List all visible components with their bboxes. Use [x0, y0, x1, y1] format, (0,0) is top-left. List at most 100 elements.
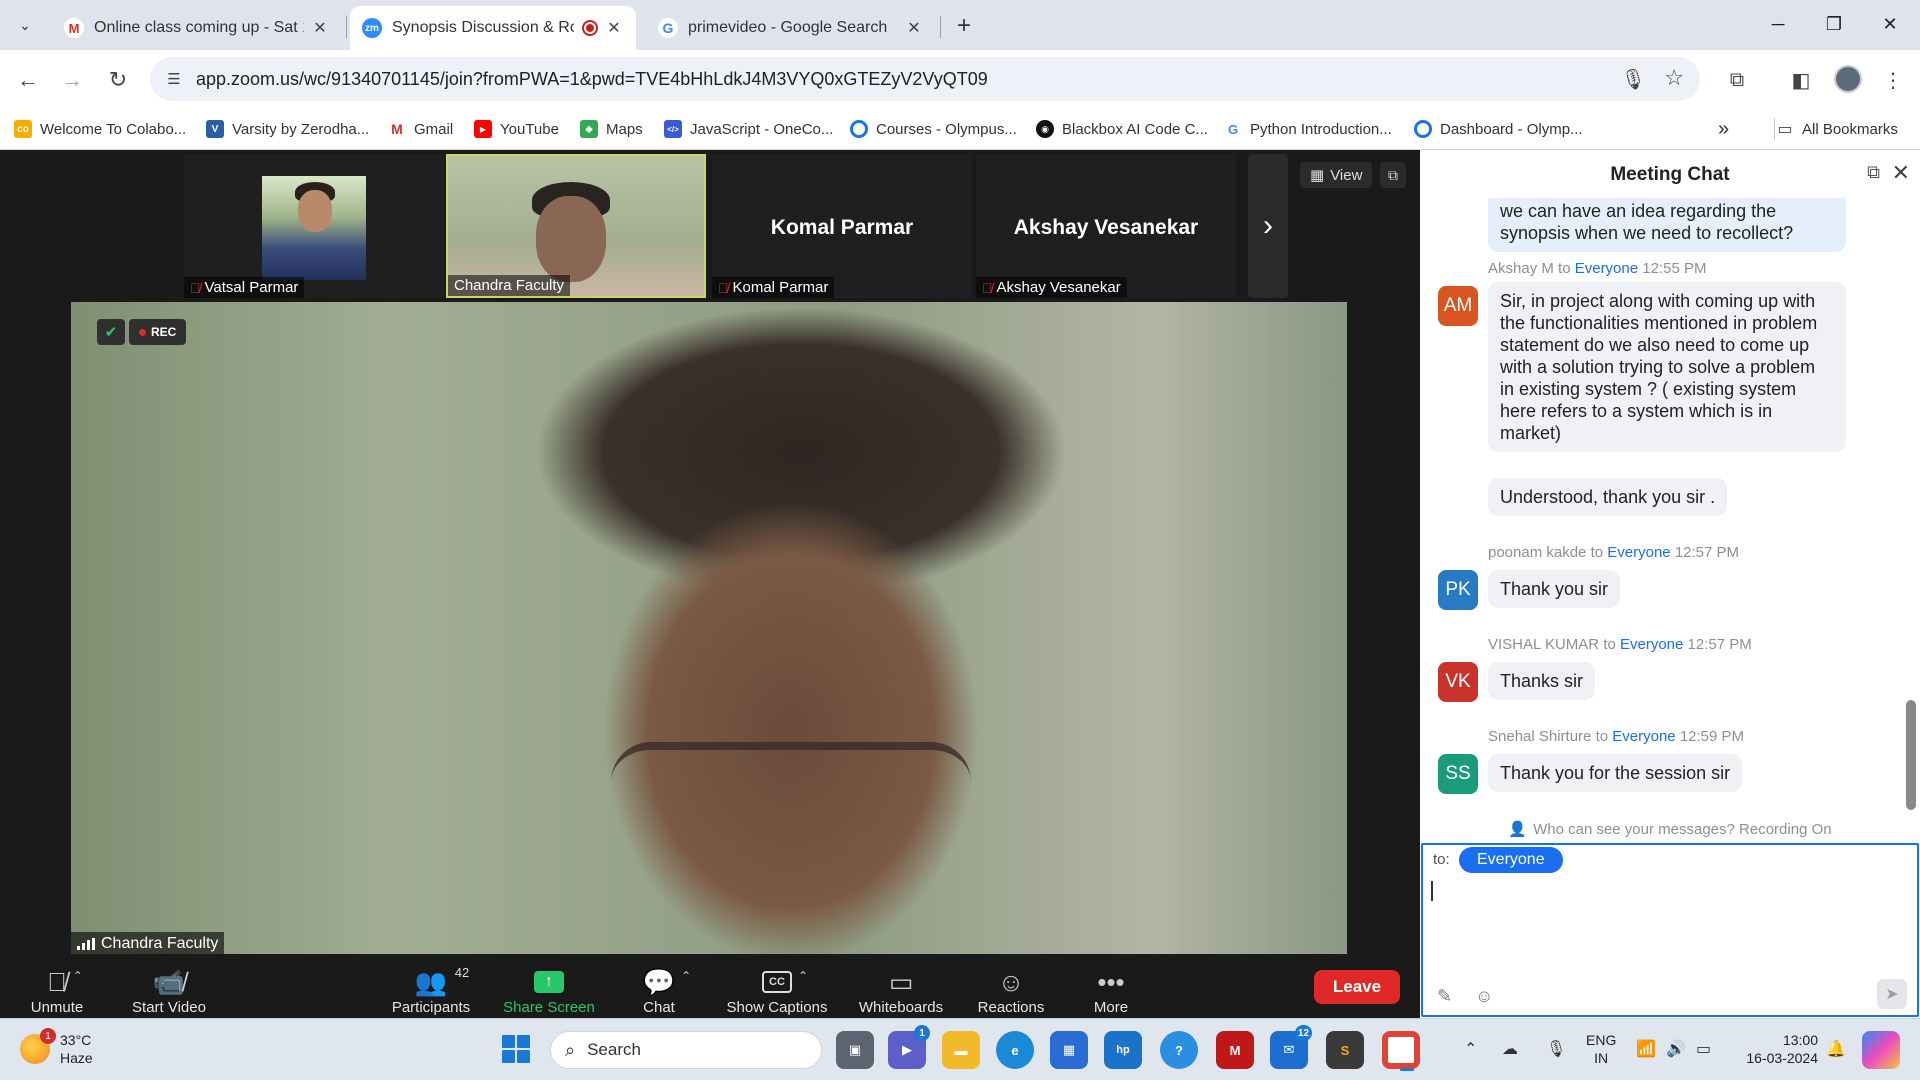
edge-browser-icon[interactable]: e [996, 1031, 1034, 1069]
profile-avatar[interactable] [1834, 65, 1862, 93]
url-text[interactable]: app.zoom.us/wc/91340701145/join?fromPWA=… [196, 69, 988, 90]
reload-button[interactable]: ↻ [102, 64, 134, 96]
bookmark-label: All Bookmarks [1802, 120, 1898, 138]
close-icon[interactable]: ✕ [1892, 160, 1910, 186]
menu-kebab-icon[interactable]: ⋮ [1878, 65, 1908, 95]
chat-scrollbar[interactable] [1906, 700, 1916, 810]
bookmark-colab[interactable]: co Welcome To Colabo... [14, 117, 186, 141]
show-captions-button[interactable]: CC ⌃ Show Captions [722, 956, 832, 1016]
mail-app-icon[interactable]: ✉ 12 [1270, 1025, 1312, 1069]
show-hidden-icons-chevron-icon[interactable]: ⌃ [1464, 1039, 1477, 1059]
participant-tile-akshay[interactable]: Akshay Vesanekar 🎙̸ Akshay Vesanekar [976, 154, 1236, 298]
onedrive-cloud-icon[interactable]: ☁ [1502, 1039, 1518, 1059]
site-settings-icon[interactable]: ☰ [164, 69, 184, 89]
all-bookmarks[interactable]: ▭ All Bookmarks [1776, 117, 1898, 141]
message-visibility-note[interactable]: 👤 Who can see your messages? Recording O… [1420, 816, 1920, 842]
task-view-icon[interactable]: ▣ [836, 1031, 874, 1069]
extensions-icon[interactable]: ⧉ [1722, 65, 1752, 95]
bookmark-youtube[interactable]: ▶ YouTube [474, 117, 559, 141]
address-bar[interactable]: ☰ app.zoom.us/wc/91340701145/join?fromPW… [150, 57, 1700, 101]
tab-zoom-meeting[interactable]: zm Synopsis Discussion & Road ✕ [350, 6, 636, 50]
windows-start-icon[interactable] [502, 1035, 530, 1063]
more-button[interactable]: ••• More [1056, 956, 1166, 1017]
mcafee-icon[interactable]: M [1216, 1031, 1254, 1069]
format-text-icon[interactable]: ✎ [1437, 986, 1452, 1007]
recipient-selector[interactable]: Everyone [1459, 847, 1563, 873]
text-cursor [1431, 881, 1433, 901]
chat-compose-box[interactable]: to: Everyone ✎ ☺ ➤ [1421, 843, 1919, 1017]
microsoft-store-icon[interactable]: ▦ [1050, 1031, 1088, 1069]
meet-app-icon[interactable]: ▶ 1 [888, 1025, 930, 1069]
chevron-up-icon[interactable]: ⌃ [798, 969, 808, 983]
reactions-button[interactable]: ☺ Reactions [956, 956, 1066, 1017]
new-tab-button[interactable]: + [948, 10, 980, 42]
message-meta: Akshay M to Everyone 12:55 PM [1488, 260, 1706, 277]
more-bookmarks-chevron-icon[interactable]: » [1718, 117, 1729, 141]
share-screen-button[interactable]: ↑ Share Screen [494, 956, 604, 1016]
wifi-icon[interactable]: 📶 [1636, 1039, 1656, 1059]
notifications-bell-icon[interactable]: 🔔 [1826, 1039, 1846, 1059]
close-icon[interactable]: ✕ [604, 18, 624, 38]
recipient[interactable]: Everyone [1607, 544, 1670, 561]
bookmark-varsity[interactable]: V Varsity by Zerodha... [206, 117, 369, 141]
bookmark-star-icon[interactable]: ☆ [1664, 65, 1684, 91]
microphone-icon[interactable]: 🎙 [1546, 1039, 1566, 1059]
chat-message-list[interactable]: we can have an idea regarding the synops… [1420, 198, 1920, 816]
battery-icon[interactable]: ▭ [1696, 1039, 1711, 1059]
security-shield-icon[interactable]: ✔ [97, 319, 125, 345]
whiteboards-button[interactable]: ▭ Whiteboards [846, 956, 956, 1017]
bookmark-onecompiler[interactable]: </> JavaScript - OneCo... [664, 117, 833, 141]
sublime-text-icon[interactable]: S [1326, 1031, 1364, 1069]
weather-widget[interactable]: 1 33°C Haze [20, 1028, 93, 1067]
microphone-icon[interactable]: 🎙 [1621, 67, 1646, 92]
bookmark-dashboard-olympus[interactable]: O Dashboard - Olymp... [1414, 117, 1583, 141]
chat-message: we can have an idea regarding the synops… [1488, 198, 1846, 252]
participant-tile-vatsal[interactable]: 🎙̸ Vatsal Parmar [184, 154, 444, 298]
close-window-button[interactable]: ✕ [1862, 0, 1918, 48]
restore-button[interactable]: ❐ [1806, 0, 1862, 48]
volume-icon[interactable]: 🔊 [1666, 1039, 1686, 1059]
language-indicator[interactable]: ENG IN [1586, 1031, 1616, 1067]
bookmark-maps[interactable]: ◆ Maps [580, 117, 643, 141]
chat-button[interactable]: 💬 ⌃ Chat [604, 956, 714, 1017]
pop-out-icon[interactable]: ⧉ [1867, 162, 1880, 183]
participant-tile-chandra[interactable]: Chandra Faculty [446, 154, 706, 298]
layout-toggle-icon[interactable]: ⧉ [1380, 162, 1406, 188]
recipient[interactable]: Everyone [1575, 260, 1638, 277]
help-icon[interactable]: ? [1160, 1031, 1198, 1069]
side-panel-icon[interactable]: ◧ [1786, 65, 1816, 95]
recording-badge[interactable]: REC [129, 319, 187, 345]
unmute-button[interactable]: 🎙̸ ⌃ Unmute [2, 956, 112, 1017]
chevron-up-icon[interactable]: ⌃ [681, 969, 691, 983]
leave-button[interactable]: Leave [1314, 970, 1400, 1004]
bookmark-blackbox[interactable]: ◉ Blackbox AI Code C... [1036, 117, 1208, 141]
tab-gmail[interactable]: M Online class coming up - Sat 16 ✕ [52, 6, 342, 50]
start-video-button[interactable]: 📹̸ Start Video [114, 956, 224, 1017]
myhp-icon[interactable]: hp [1104, 1031, 1142, 1069]
participant-tile-komal[interactable]: Komal Parmar 🎙̸ Komal Parmar [712, 154, 972, 298]
tab-search-button[interactable]: ⌄ [10, 10, 40, 40]
system-clock[interactable]: 13:00 16-03-2024 [1734, 1031, 1818, 1067]
recipient[interactable]: Everyone [1620, 636, 1683, 653]
bookmark-gmail[interactable]: M Gmail [388, 117, 453, 141]
forward-button[interactable]: → [56, 64, 88, 96]
view-button[interactable]: ▦ View [1300, 162, 1373, 188]
file-explorer-icon[interactable]: ▬ [942, 1031, 980, 1069]
to-word: to [1558, 260, 1571, 277]
next-page-chevron-icon[interactable]: › [1248, 154, 1288, 298]
emoji-icon[interactable]: ☺ [1475, 986, 1493, 1007]
send-icon[interactable]: ➤ [1877, 979, 1907, 1009]
close-icon[interactable]: ✕ [904, 18, 924, 38]
copilot-icon[interactable] [1862, 1031, 1900, 1069]
bookmark-courses-olympus[interactable]: O Courses - Olympus... [850, 117, 1017, 141]
participants-button[interactable]: 👥 42 Participants [376, 956, 486, 1016]
chrome-icon[interactable] [1382, 1031, 1420, 1071]
minimize-button[interactable]: ─ [1750, 0, 1806, 48]
tab-google-search[interactable]: G primevideo - Google Search ✕ [646, 6, 936, 50]
close-icon[interactable]: ✕ [310, 18, 330, 38]
taskbar-search-box[interactable]: ⌕ Search [550, 1031, 822, 1069]
back-button[interactable]: ← [12, 64, 44, 96]
recipient[interactable]: Everyone [1612, 728, 1675, 745]
bookmark-python-intro[interactable]: G Python Introduction... [1224, 117, 1392, 141]
chevron-up-icon[interactable]: ⌃ [73, 969, 83, 983]
